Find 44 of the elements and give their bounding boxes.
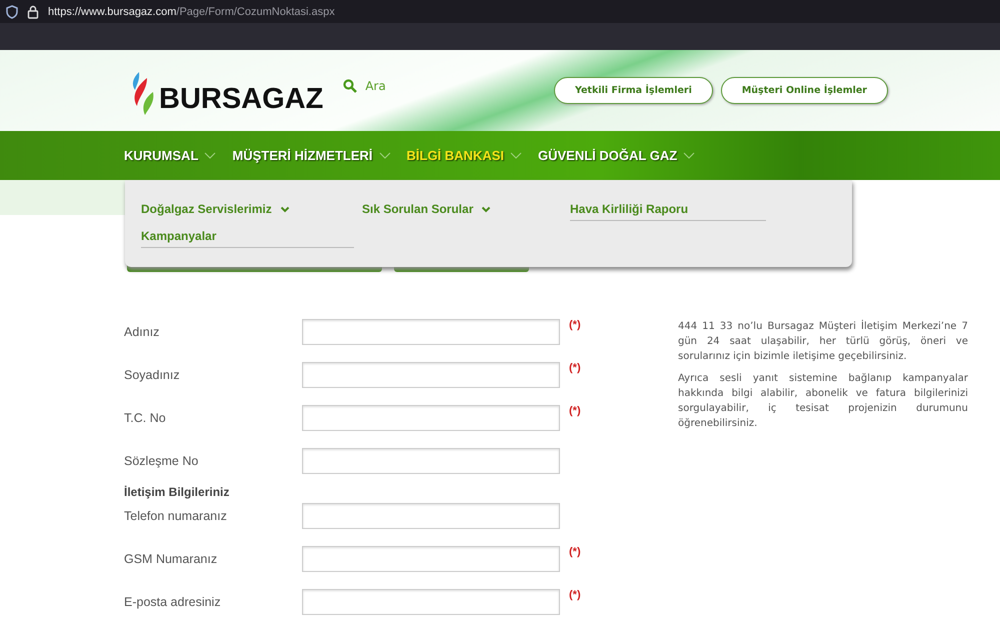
input-field[interactable] [302,503,560,529]
dropdown-menu-item[interactable]: Kampanyalar [141,225,354,248]
input-field[interactable] [302,546,560,572]
field-label: Sözleşme No [124,454,200,468]
search-link[interactable]: Ara [343,78,386,92]
chevron-down-icon [378,152,390,160]
field-label: T.C. No [124,411,167,425]
info-paragraph: 444 11 33 no’lu Bursagaz Müşteri İletişim Merkezi’ne 7 gün 24 saat ulaşabilir, her türlü görüş, öneri ve sorularınız için bizimle iletişime geçebilirsiniz. [678,319,968,364]
nav-menu-item[interactable]: KURUMSAL [124,148,216,163]
field-label: Adınız [124,325,160,339]
input-field[interactable] [302,589,560,615]
required-mark: (*) [569,589,581,601]
chevron-down-icon [510,152,522,160]
url-text[interactable]: https://www.bursagaz.com/Page/Form/CozumNoktasi.aspx [48,6,335,18]
nav-menu-item[interactable]: GÜVENLİ DOĞAL GAZ [538,148,696,163]
chevron-down-icon [204,152,216,160]
header-link-button[interactable]: Yetkili Firma İşlemleri [554,77,713,104]
nav-menu-item[interactable]: MÜŞTERİ HİZMETLERİ [232,148,390,163]
chevron-down-icon [280,206,290,212]
input-field[interactable] [302,405,560,431]
chevron-down-icon [481,206,492,212]
nav-menu-item[interactable]: BİLGİ BANKASI [406,148,522,163]
section-heading: İletişim Bilgileriniz [124,485,230,499]
input-field[interactable] [302,448,560,474]
field-label: GSM Numaranız [124,552,218,566]
field-label: E-posta adresiniz [124,595,222,609]
field-label: Soyadınız [124,368,181,382]
required-mark: (*) [569,362,581,374]
input-field[interactable] [302,319,560,345]
brand-name: BURSAGAZ [159,82,324,116]
dropdown-menu-item[interactable]: Sık Sorulan Sorular [362,198,562,220]
required-mark: (*) [569,405,581,417]
required-mark: (*) [569,319,581,331]
shield-icon [6,4,18,18]
search-icon [343,78,358,92]
required-mark: (*) [569,546,581,558]
dropdown-menu-item[interactable]: Hava Kirliliği Raporu [570,198,766,221]
input-field[interactable] [302,362,560,388]
header-link-button[interactable]: Müşteri Online İşlemler [720,77,888,104]
lock-icon [27,4,39,18]
chevron-down-icon [683,152,696,160]
field-label: Telefon numaranız [124,509,228,523]
info-paragraph: Ayrıca sesli yanıt sistemine bağlanıp kampanyalar hakkında bilgi alabilir, abonelik ve fatura bilgilerinizi sorgulayabilir, iç tesisat projenizin durumunu öğrenebilirsiniz. [678,372,968,431]
dropdown-menu-item[interactable]: Doğalgaz Servislerimiz [141,198,354,220]
